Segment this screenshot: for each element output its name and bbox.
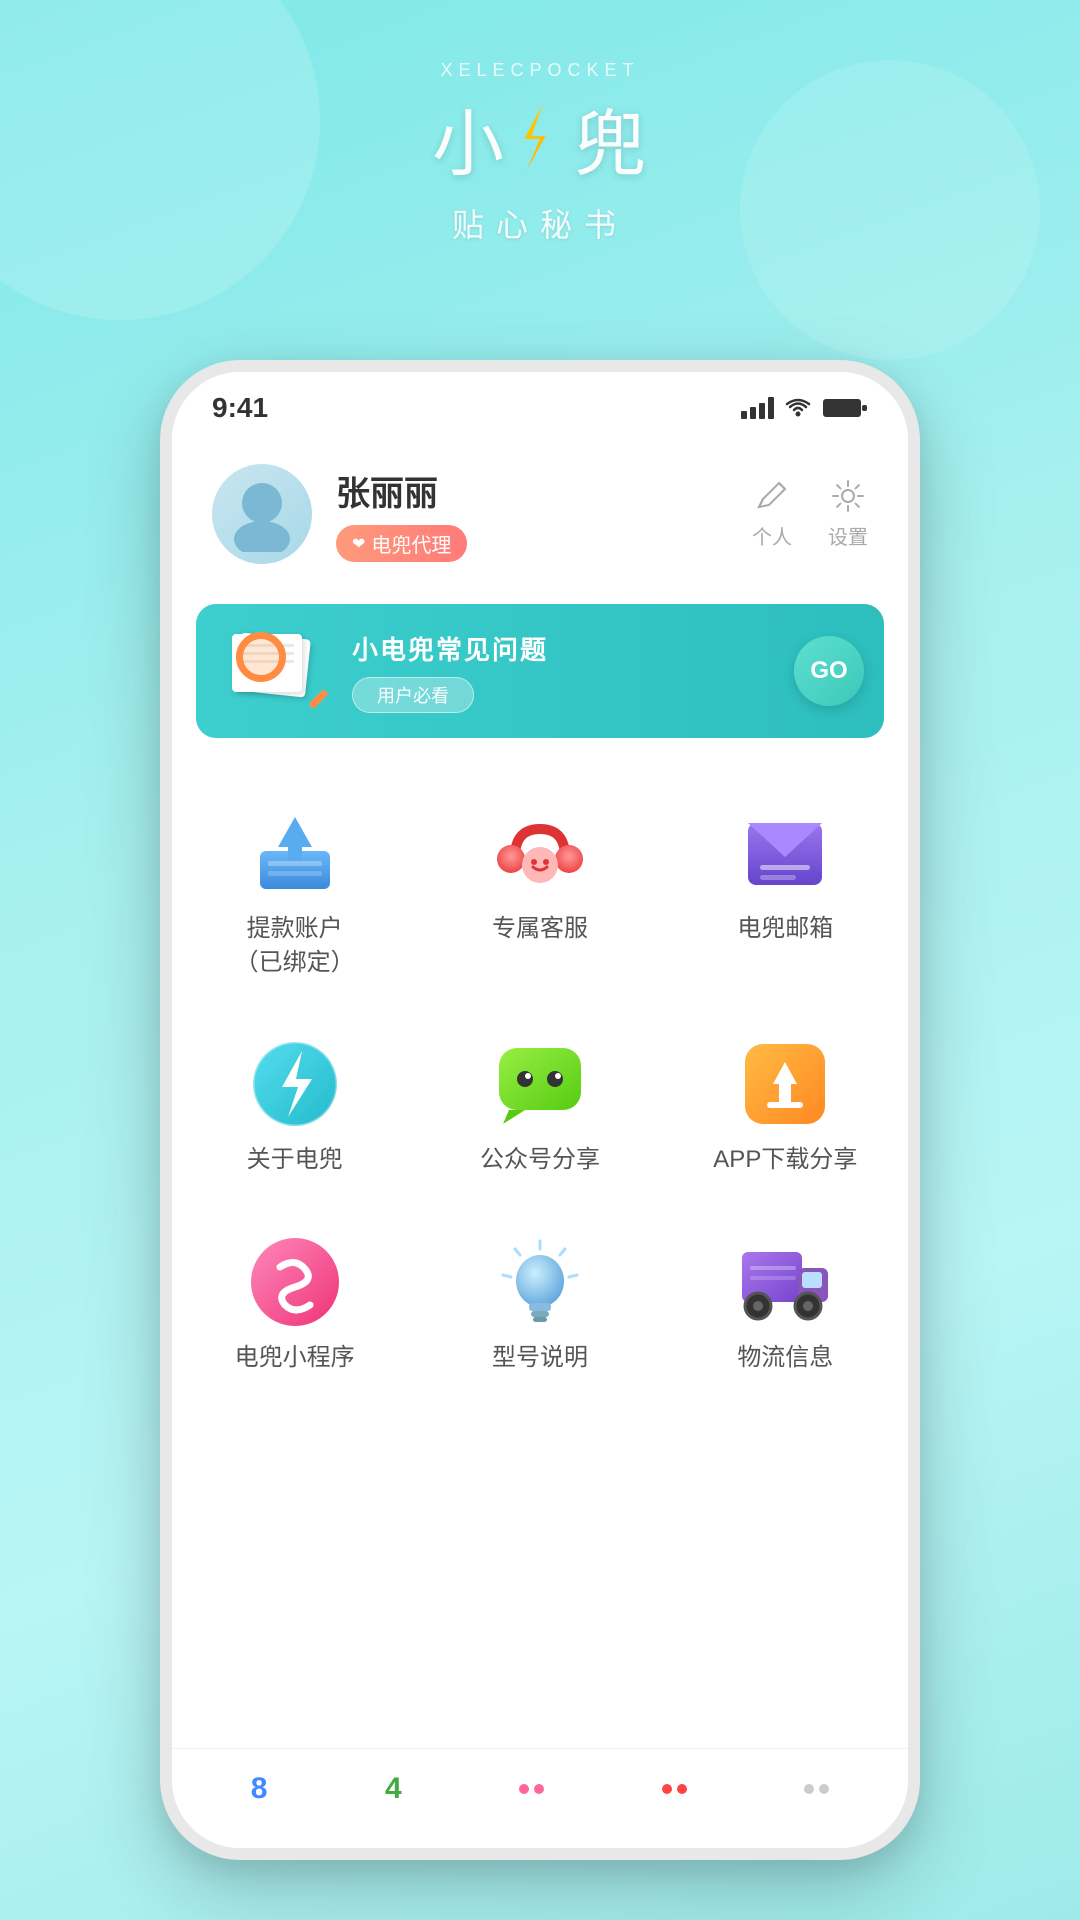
- phone-screen: 9:41: [172, 372, 908, 1848]
- menu-item-service[interactable]: 专属客服: [417, 778, 662, 1009]
- profile-info: 张丽丽 ❤ 电兜代理: [336, 466, 752, 562]
- banner[interactable]: 小电兜常见问题 用户必看 GO: [196, 604, 884, 738]
- menu-label-logistics: 物流信息: [737, 1341, 833, 1375]
- nav-item-5[interactable]: [804, 1784, 829, 1794]
- bulb-svg-icon: [495, 1237, 585, 1327]
- badge-heart-icon: ❤: [352, 534, 365, 554]
- withdraw-icon: [245, 808, 345, 898]
- brand-logo-text: 小: [432, 85, 506, 190]
- menu-item-miniapp[interactable]: 电兜小程序: [172, 1207, 417, 1405]
- nav-dots-gray: [804, 1784, 829, 1794]
- truck-icon: [735, 1237, 835, 1327]
- nav-badge-2: 4: [385, 1772, 402, 1806]
- nav-dot-red-2: [677, 1784, 687, 1794]
- nav-dot-red-1: [662, 1784, 672, 1794]
- brand-tagline: 贴心秘书: [432, 200, 648, 246]
- bulb-icon: [490, 1237, 590, 1327]
- bg-circle-2: [740, 60, 1040, 360]
- action-personal-label: 个人: [752, 521, 792, 550]
- lightning-icon: [512, 104, 568, 172]
- banner-go-label: GO: [810, 657, 847, 685]
- nav-badge-1: 8: [251, 1772, 268, 1806]
- lightning-circle-svg-icon: [250, 1039, 340, 1129]
- banner-illustration: [216, 626, 336, 716]
- brand-logo-text2: 兜: [574, 85, 648, 190]
- profile-actions: 个人 设置: [752, 479, 868, 550]
- menu-label-service: 专属客服: [492, 912, 588, 946]
- nav-item-3[interactable]: [519, 1784, 544, 1794]
- mail-svg-icon: [740, 813, 830, 893]
- battery-icon: [822, 396, 868, 420]
- edit-icon: [755, 479, 789, 513]
- menu-item-logistics[interactable]: 物流信息: [663, 1207, 908, 1405]
- menu-item-download[interactable]: APP下载分享: [663, 1009, 908, 1207]
- download-svg-icon: [741, 1040, 829, 1128]
- withdraw-svg-icon: [250, 813, 340, 893]
- truck-svg-icon: [740, 1242, 830, 1322]
- profile-badge: ❤ 电兜代理: [336, 525, 467, 562]
- chat-icon: [490, 1039, 590, 1129]
- profile-name: 张丽丽: [336, 466, 752, 515]
- menu-label-mail: 电兜邮箱: [737, 912, 833, 946]
- wifi-icon: [784, 397, 812, 419]
- action-personal[interactable]: 个人: [752, 479, 792, 550]
- gear-icon: [831, 479, 865, 513]
- nav-dots-red: [662, 1784, 687, 1794]
- nav-dot-gray-2: [819, 1784, 829, 1794]
- lightning-circle-icon: [245, 1039, 345, 1129]
- signal-bar-1: [741, 411, 747, 419]
- menu-label-share: 公众号分享: [480, 1143, 600, 1177]
- menu-item-about[interactable]: 关于电兜: [172, 1009, 417, 1207]
- miniapp-svg-icon: [250, 1237, 340, 1327]
- nav-dot-gray-1: [804, 1784, 814, 1794]
- miniapp-icon: [245, 1237, 345, 1327]
- headphone-svg-icon: [495, 813, 585, 893]
- menu-label-download: APP下载分享: [713, 1143, 857, 1177]
- menu-grid: 提款账户 （已绑定）: [172, 758, 908, 1424]
- chat-svg-icon: [495, 1044, 585, 1124]
- banner-content: 小电兜常见问题 用户必看: [352, 630, 782, 713]
- signal-bar-4: [768, 397, 774, 419]
- status-time: 9:41: [212, 392, 268, 424]
- banner-go-button[interactable]: GO: [794, 636, 864, 706]
- menu-item-share[interactable]: 公众号分享: [417, 1009, 662, 1207]
- magnifier-circle: [236, 632, 286, 682]
- bottom-nav: 8 4: [172, 1748, 908, 1848]
- menu-label-about: 关于电兜: [247, 1143, 343, 1177]
- brand-en-text: XELECPOCKET: [432, 60, 648, 81]
- status-icons: [741, 396, 868, 420]
- menu-label-miniapp: 电兜小程序: [235, 1341, 355, 1375]
- banner-title: 小电兜常见问题: [352, 630, 782, 667]
- menu-item-model[interactable]: 型号说明: [417, 1207, 662, 1405]
- menu-label-withdraw: 提款账户 （已绑定）: [235, 912, 355, 979]
- menu-item-mail[interactable]: 电兜邮箱: [663, 778, 908, 1009]
- nav-item-4[interactable]: [662, 1784, 687, 1794]
- signal-bar-2: [750, 407, 756, 419]
- brand-logo: 小 兜: [432, 85, 648, 190]
- download-icon: [735, 1039, 835, 1129]
- nav-item-2[interactable]: 4: [385, 1772, 402, 1806]
- branding-area: XELECPOCKET 小 兜 贴心秘书: [432, 60, 648, 246]
- avatar: [212, 464, 312, 564]
- signal-icon: [741, 397, 774, 419]
- nav-item-1[interactable]: 8: [251, 1772, 268, 1806]
- signal-bar-3: [759, 403, 765, 419]
- nav-dot-pink-2: [534, 1784, 544, 1794]
- mail-icon: [735, 808, 835, 898]
- notch: [440, 372, 640, 406]
- phone-mockup: 9:41: [160, 360, 920, 1860]
- headphone-icon: [490, 808, 590, 898]
- profile-section: 张丽丽 ❤ 电兜代理 个人: [172, 434, 908, 584]
- banner-subtitle: 用户必看: [352, 677, 474, 713]
- menu-label-model: 型号说明: [492, 1341, 588, 1375]
- menu-item-withdraw[interactable]: 提款账户 （已绑定）: [172, 778, 417, 1009]
- nav-dots-pink: [519, 1784, 544, 1794]
- badge-label: 电兜代理: [371, 529, 451, 558]
- action-settings[interactable]: 设置: [828, 479, 868, 550]
- bg-circle-1: [0, 0, 320, 320]
- avatar-person-icon: [227, 477, 297, 552]
- nav-dot-pink-1: [519, 1784, 529, 1794]
- action-settings-label: 设置: [828, 521, 868, 550]
- magnifier-handle: [308, 689, 329, 710]
